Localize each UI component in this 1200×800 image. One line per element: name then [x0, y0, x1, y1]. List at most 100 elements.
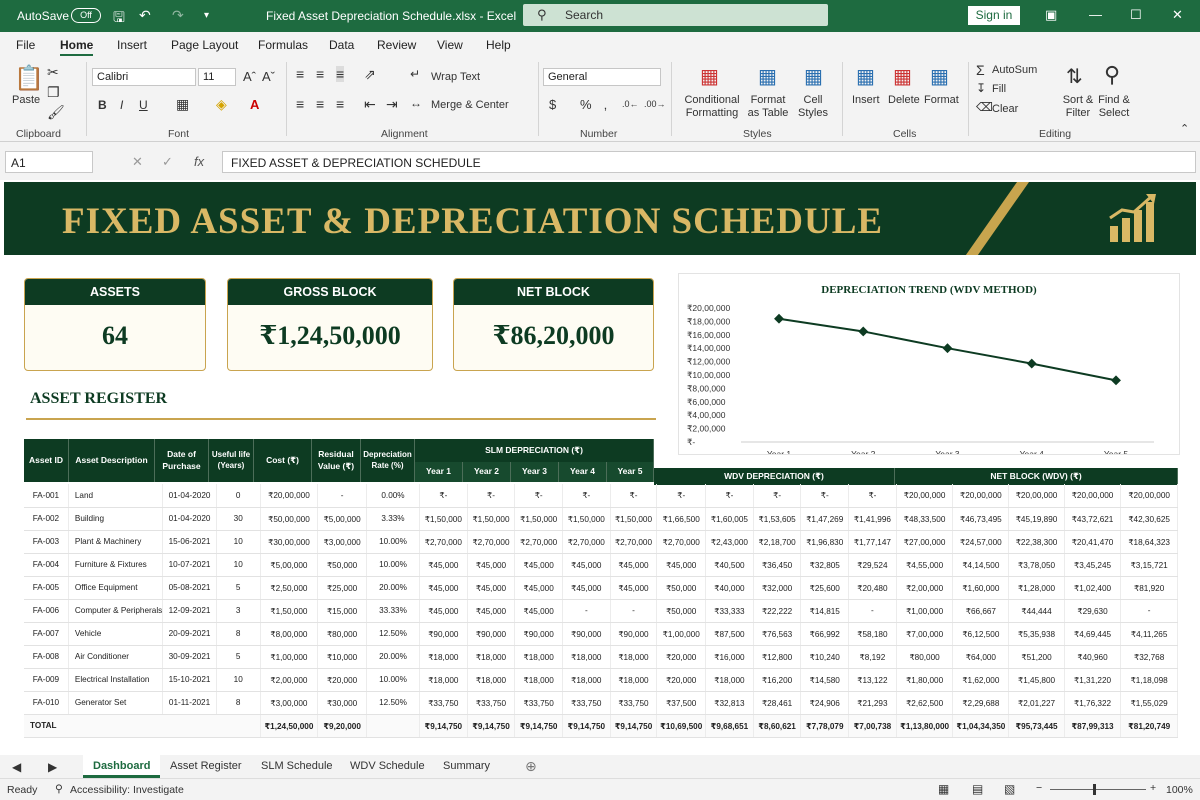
- menu-insert[interactable]: Insert: [117, 38, 147, 52]
- cell-residual[interactable]: ₹15,000: [317, 599, 367, 623]
- cell-net[interactable]: ₹42,30,625: [1120, 507, 1178, 531]
- cell-net[interactable]: ₹80,000: [896, 645, 954, 669]
- cell-asset-id[interactable]: FA-009: [24, 668, 69, 692]
- cell-wdv[interactable]: ₹-: [705, 484, 754, 508]
- cell-slm[interactable]: ₹2,70,000: [467, 530, 516, 554]
- cell-date[interactable]: 05-08-2021: [162, 576, 217, 600]
- cell-rate[interactable]: 10.00%: [366, 553, 421, 577]
- cell-net[interactable]: ₹3,45,245: [1064, 553, 1122, 577]
- copy-icon[interactable]: ❐: [47, 84, 60, 101]
- cell-wdv[interactable]: ₹16,200: [753, 668, 802, 692]
- accessibility-status[interactable]: Accessibility: Investigate: [70, 784, 184, 796]
- clear-icon[interactable]: ⌫: [976, 100, 993, 114]
- cell-slm[interactable]: ₹-: [419, 484, 468, 508]
- cell-net[interactable]: ₹7,00,000: [896, 622, 954, 646]
- redo-icon[interactable]: ↷: [172, 7, 184, 24]
- cell-net[interactable]: ₹43,72,621: [1064, 507, 1122, 531]
- decrease-indent-icon[interactable]: ⇤: [364, 96, 376, 113]
- zoom-level[interactable]: 100%: [1166, 784, 1193, 796]
- search-box[interactable]: ⚲ Search: [523, 4, 828, 26]
- cell-slm[interactable]: ₹2,70,000: [514, 530, 563, 554]
- customize-toolbar-icon[interactable]: ▾: [204, 10, 209, 21]
- cell-net[interactable]: ₹1,80,000: [896, 668, 954, 692]
- cell-slm[interactable]: ₹45,000: [610, 553, 658, 577]
- cell-useful-life[interactable]: 8: [216, 622, 261, 646]
- total-slm[interactable]: ₹9,14,750: [514, 713, 563, 738]
- fill-icon[interactable]: ↧: [976, 81, 986, 95]
- font-size-select[interactable]: 11: [198, 68, 236, 86]
- cell-slm[interactable]: ₹18,000: [467, 668, 516, 692]
- cell-wdv[interactable]: ₹58,180: [848, 622, 897, 646]
- cell-useful-life[interactable]: 10: [216, 668, 261, 692]
- align-left-icon[interactable]: ≡: [296, 96, 304, 112]
- maximize-icon[interactable]: ☐: [1130, 7, 1142, 23]
- cell-description[interactable]: Computer & Peripherals: [68, 599, 164, 623]
- cell-rate[interactable]: 0.00%: [366, 484, 421, 508]
- cell-wdv[interactable]: -: [848, 599, 897, 623]
- format-cells-button[interactable]: Format: [924, 94, 959, 106]
- cell-cost[interactable]: ₹20,00,000: [260, 484, 319, 508]
- cell-wdv[interactable]: ₹32,000: [753, 576, 802, 600]
- cell-slm[interactable]: ₹-: [467, 484, 516, 508]
- cell-net[interactable]: ₹2,62,500: [896, 691, 954, 715]
- cell-net[interactable]: ₹1,62,000: [952, 668, 1010, 692]
- cell-wdv[interactable]: ₹36,450: [753, 553, 802, 577]
- find-select-icon[interactable]: ⚲: [1104, 62, 1120, 88]
- sheet-tab-wdv-schedule[interactable]: WDV Schedule: [350, 760, 425, 772]
- cell-slm[interactable]: ₹45,000: [562, 576, 611, 600]
- increase-font-icon[interactable]: Aˆ: [243, 69, 256, 84]
- cell-slm[interactable]: ₹1,50,000: [419, 507, 468, 531]
- total-net[interactable]: ₹1,13,80,000: [896, 713, 954, 738]
- cell-description[interactable]: Land: [68, 484, 164, 508]
- total-slm[interactable]: ₹9,14,750: [467, 713, 516, 738]
- cell-slm[interactable]: ₹18,000: [610, 668, 658, 692]
- font-color-icon[interactable]: A: [250, 97, 259, 112]
- cell-slm[interactable]: -: [610, 599, 658, 623]
- cell-slm[interactable]: ₹90,000: [514, 622, 563, 646]
- cell-slm[interactable]: ₹45,000: [419, 576, 468, 600]
- cell-net[interactable]: ₹1,45,800: [1008, 668, 1065, 692]
- cell-net[interactable]: ₹2,29,688: [952, 691, 1010, 715]
- cell-residual[interactable]: ₹3,00,000: [317, 530, 367, 554]
- cell-slm[interactable]: ₹45,000: [419, 599, 468, 623]
- cell-net[interactable]: ₹24,57,000: [952, 530, 1010, 554]
- cell-net[interactable]: ₹20,00,000: [1008, 484, 1065, 508]
- percent-icon[interactable]: %: [580, 97, 592, 112]
- total-slm[interactable]: ₹9,14,750: [610, 713, 658, 738]
- cell-cost[interactable]: ₹5,00,000: [260, 553, 319, 577]
- cell-wdv[interactable]: ₹20,480: [848, 576, 897, 600]
- sheet-tab-slm-schedule[interactable]: SLM Schedule: [261, 760, 333, 772]
- cell-net[interactable]: ₹3,15,721: [1120, 553, 1178, 577]
- cell-description[interactable]: Furniture & Fixtures: [68, 553, 164, 577]
- cell-slm[interactable]: ₹18,000: [419, 668, 468, 692]
- paste-button[interactable]: Paste: [12, 94, 40, 106]
- cell-wdv[interactable]: ₹76,563: [753, 622, 802, 646]
- increase-indent-icon[interactable]: ⇥: [386, 96, 398, 113]
- cell-slm[interactable]: ₹18,000: [562, 645, 611, 669]
- fill-color-icon[interactable]: ◈: [216, 96, 227, 113]
- cell-useful-life[interactable]: 10: [216, 553, 261, 577]
- cell-date[interactable]: 10-07-2021: [162, 553, 217, 577]
- cell-net[interactable]: ₹1,28,000: [1008, 576, 1065, 600]
- sheet-tab-summary[interactable]: Summary: [443, 760, 490, 772]
- cell-date[interactable]: 15-06-2021: [162, 530, 217, 554]
- cell-wdv[interactable]: ₹13,122: [848, 668, 897, 692]
- cell-net[interactable]: ₹3,78,050: [1008, 553, 1065, 577]
- new-sheet-icon[interactable]: ⊕: [525, 758, 537, 775]
- cell-useful-life[interactable]: 5: [216, 645, 261, 669]
- cell-net[interactable]: ₹2,00,000: [896, 576, 954, 600]
- cut-icon[interactable]: ✂: [47, 64, 59, 81]
- cell-wdv[interactable]: ₹14,580: [800, 668, 850, 692]
- cell-residual[interactable]: ₹5,00,000: [317, 507, 367, 531]
- cell-slm[interactable]: ₹18,000: [514, 645, 563, 669]
- cell-useful-life[interactable]: 30: [216, 507, 261, 531]
- cell-date[interactable]: 30-09-2021: [162, 645, 217, 669]
- cell-slm[interactable]: ₹90,000: [562, 622, 611, 646]
- cell-useful-life[interactable]: 8: [216, 691, 261, 715]
- cell-net[interactable]: ₹48,33,500: [896, 507, 954, 531]
- cell-net[interactable]: ₹4,55,000: [896, 553, 954, 577]
- insert-function-icon[interactable]: fx: [194, 154, 204, 169]
- cell-net[interactable]: ₹40,960: [1064, 645, 1122, 669]
- cell-slm[interactable]: ₹-: [514, 484, 563, 508]
- cell-description[interactable]: Air Conditioner: [68, 645, 164, 669]
